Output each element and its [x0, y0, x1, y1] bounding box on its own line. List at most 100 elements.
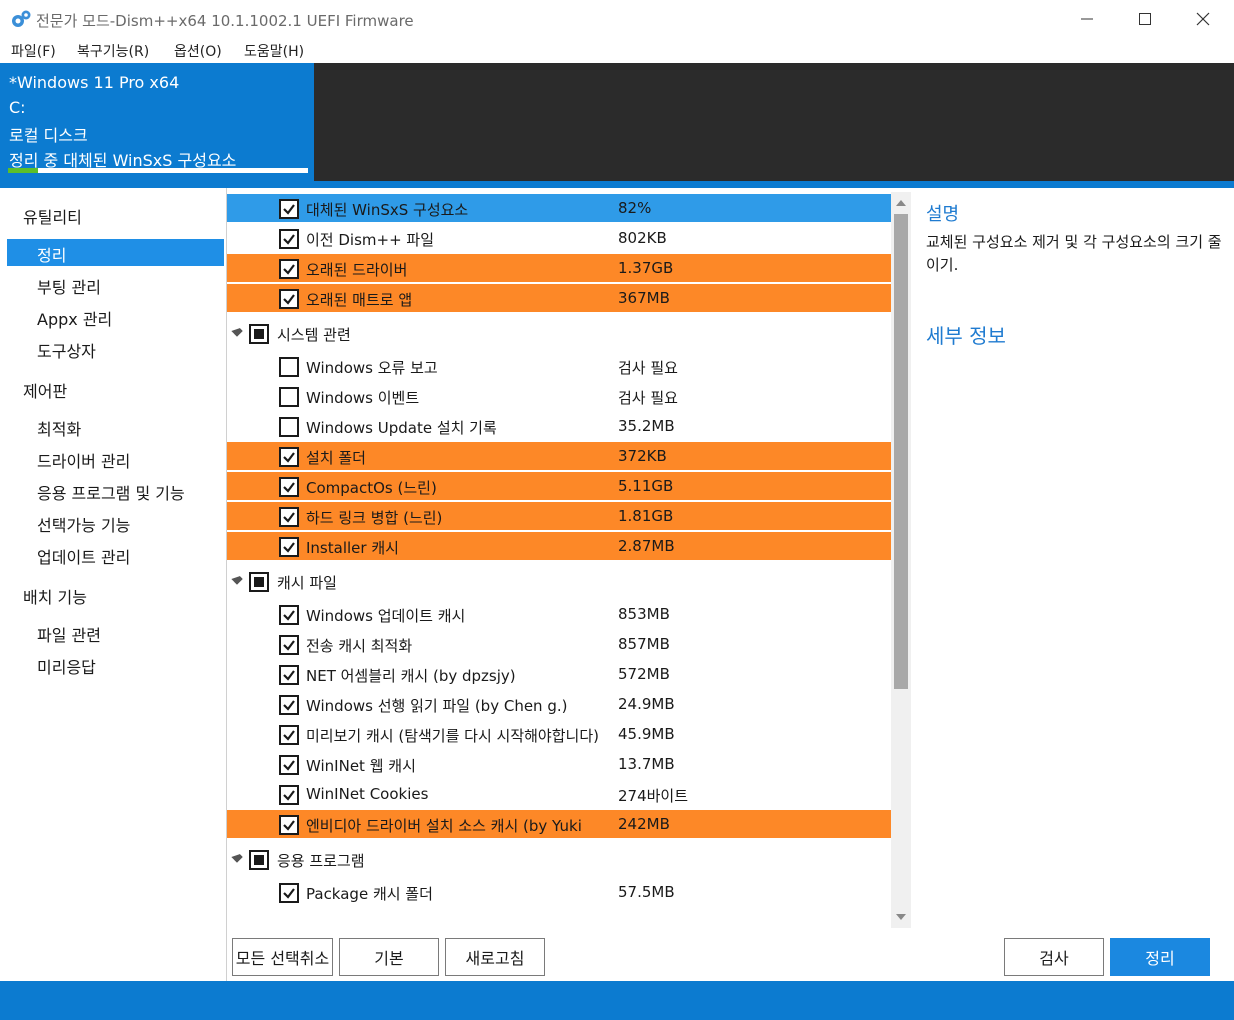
refresh-button[interactable]: 새로고침	[445, 938, 545, 976]
row-checkbox[interactable]	[279, 199, 299, 219]
cleanup-list[interactable]: 대체된 WinSxS 구성요소 82% 이전 Dism++ 파일 802KB 오래된 드…	[227, 192, 891, 928]
cleanup-row[interactable]: 미리보기 캐시 (탐색기를 다시 시작해야합니다) 45.9MB	[227, 720, 891, 748]
scroll-up-icon[interactable]	[896, 200, 906, 206]
cleanup-row[interactable]: 오래된 매트로 앱 367MB	[227, 284, 891, 312]
row-checkbox[interactable]	[279, 785, 299, 805]
row-label: Windows Update 설치 기록	[306, 419, 497, 437]
category-checkbox[interactable]	[249, 572, 269, 592]
image-session-card[interactable]: *Windows 11 Pro x64 C: 로컬 디스크 정리 중 대체된 W…	[0, 63, 314, 181]
cleanup-row[interactable]: WinINet Cookies 274바이트	[227, 780, 891, 808]
cleanup-row[interactable]: CompactOs (느린) 5.11GB	[227, 472, 891, 500]
row-checkbox[interactable]	[279, 387, 299, 407]
row-checkbox[interactable]	[279, 289, 299, 309]
menu-file[interactable]: 파일(F)	[11, 41, 56, 61]
sidebar-item-update[interactable]: 업데이트 관리	[7, 541, 224, 568]
row-label: 오래된 매트로 앱	[306, 291, 413, 309]
sidebar-item-optimize[interactable]: 최적화	[7, 413, 224, 440]
category-header[interactable]: 시스템 관련	[227, 318, 891, 348]
minimize-button[interactable]	[1058, 0, 1116, 38]
scan-button[interactable]: 검사	[1004, 938, 1104, 976]
sidebar-item-cleanup[interactable]: 정리	[7, 239, 224, 266]
cleanup-row[interactable]: Windows 이벤트 검사 필요	[227, 382, 891, 410]
cleanup-row[interactable]: 전송 캐시 최적화 857MB	[227, 630, 891, 658]
category-header[interactable]: 응용 프로그램	[227, 844, 891, 874]
cleanup-row[interactable]: 오래된 드라이버 1.37GB	[227, 254, 891, 282]
category-checkbox[interactable]	[249, 324, 269, 344]
row-size: 검사 필요	[618, 389, 678, 407]
row-checkbox[interactable]	[279, 635, 299, 655]
deselect-all-button[interactable]: 모든 선택취소	[232, 938, 333, 976]
cleanup-row[interactable]: 엔비디아 드라이버 설치 소스 캐시 (by Yuki 242MB	[227, 810, 891, 838]
cleanup-row[interactable]: WinINet 웹 캐시 13.7MB	[227, 750, 891, 778]
sidebar-item-boot[interactable]: 부팅 관리	[7, 271, 224, 298]
category-checkbox[interactable]	[249, 850, 269, 870]
close-button[interactable]	[1174, 0, 1232, 38]
sidebar-item-answer[interactable]: 미리응답	[7, 651, 224, 678]
category-label: 응용 프로그램	[277, 852, 365, 870]
image-name: *Windows 11 Pro x64	[9, 73, 180, 92]
row-checkbox[interactable]	[279, 605, 299, 625]
cleanup-row[interactable]: Windows 업데이트 캐시 853MB	[227, 600, 891, 628]
row-checkbox[interactable]	[279, 447, 299, 467]
menu-help[interactable]: 도움말(H)	[244, 41, 304, 61]
sidebar-item-label: 선택가능 기능	[37, 516, 131, 535]
row-size: 1.81GB	[618, 507, 674, 525]
sidebar-item-apps[interactable]: 응용 프로그램 및 기능	[7, 477, 224, 504]
row-checkbox[interactable]	[279, 417, 299, 437]
row-checkbox[interactable]	[279, 883, 299, 903]
cleanup-row[interactable]: 설치 폴더 372KB	[227, 442, 891, 470]
row-checkbox[interactable]	[279, 665, 299, 685]
row-size: 57.5MB	[618, 883, 675, 901]
menu-options[interactable]: 옵션(O)	[174, 41, 222, 61]
row-checkbox[interactable]	[279, 229, 299, 249]
sidebar-item-appx[interactable]: Appx 관리	[7, 303, 224, 330]
sidebar-item-label: 정리	[37, 246, 67, 265]
cleanup-row[interactable]: Package 캐시 폴더 57.5MB	[227, 878, 891, 906]
row-checkbox[interactable]	[279, 477, 299, 497]
row-label: WinINet 웹 캐시	[306, 757, 416, 775]
sidebar-item-optional[interactable]: 선택가능 기능	[7, 509, 224, 536]
default-button[interactable]: 기본	[339, 938, 439, 976]
title-bar[interactable]: 전문가 모드-Dism++x64 10.1.1002.1 UEFI Firmwa…	[0, 0, 1234, 38]
row-size: 572MB	[618, 665, 670, 683]
category-label: 시스템 관련	[277, 326, 351, 344]
row-checkbox[interactable]	[279, 755, 299, 775]
row-size: 82%	[618, 199, 652, 217]
collapse-arrow-icon[interactable]	[231, 573, 243, 585]
row-checkbox[interactable]	[279, 507, 299, 527]
row-checkbox[interactable]	[279, 357, 299, 377]
sidebar-item-label: 응용 프로그램 및 기능	[37, 484, 185, 503]
list-scrollbar[interactable]	[891, 192, 911, 928]
progress-fill	[8, 168, 38, 173]
row-label: 오래된 드라이버	[306, 261, 408, 279]
collapse-arrow-icon[interactable]	[231, 851, 243, 863]
menu-recovery[interactable]: 복구기능(R)	[77, 41, 149, 61]
row-label: Windows 이벤트	[306, 389, 420, 407]
row-checkbox[interactable]	[279, 725, 299, 745]
cleanup-row[interactable]: 대체된 WinSxS 구성요소 82%	[227, 194, 891, 222]
scroll-thumb[interactable]	[894, 214, 908, 689]
cleanup-row[interactable]: Windows Update 설치 기록 35.2MB	[227, 412, 891, 440]
row-checkbox[interactable]	[279, 259, 299, 279]
row-checkbox[interactable]	[279, 537, 299, 557]
details-title: 세부 정보	[926, 324, 1006, 348]
scroll-down-icon[interactable]	[896, 914, 906, 920]
sidebar-item-toolbox[interactable]: 도구상자	[7, 335, 224, 362]
cleanup-row[interactable]: 하드 링크 병합 (느린) 1.81GB	[227, 502, 891, 530]
maximize-button[interactable]	[1116, 0, 1174, 38]
row-checkbox[interactable]	[279, 815, 299, 835]
row-label: Installer 캐시	[306, 539, 399, 557]
sidebar-item-driver[interactable]: 드라이버 관리	[7, 445, 224, 472]
sidebar-item-file[interactable]: 파일 관련	[7, 619, 224, 646]
row-size: 242MB	[618, 815, 670, 833]
cleanup-row[interactable]: Windows 선행 읽기 파일 (by Chen g.) 24.9MB	[227, 690, 891, 718]
cleanup-row[interactable]: Installer 캐시 2.87MB	[227, 532, 891, 560]
row-checkbox[interactable]	[279, 695, 299, 715]
cleanup-button[interactable]: 정리	[1110, 938, 1210, 976]
cleanup-row[interactable]: Windows 오류 보고 검사 필요	[227, 352, 891, 380]
collapse-arrow-icon[interactable]	[231, 325, 243, 337]
cleanup-row[interactable]: 이전 Dism++ 파일 802KB	[227, 224, 891, 252]
category-header[interactable]: 캐시 파일	[227, 566, 891, 596]
cleanup-row[interactable]: NET 어셈블리 캐시 (by dpzsjy) 572MB	[227, 660, 891, 688]
row-size: 35.2MB	[618, 417, 675, 435]
